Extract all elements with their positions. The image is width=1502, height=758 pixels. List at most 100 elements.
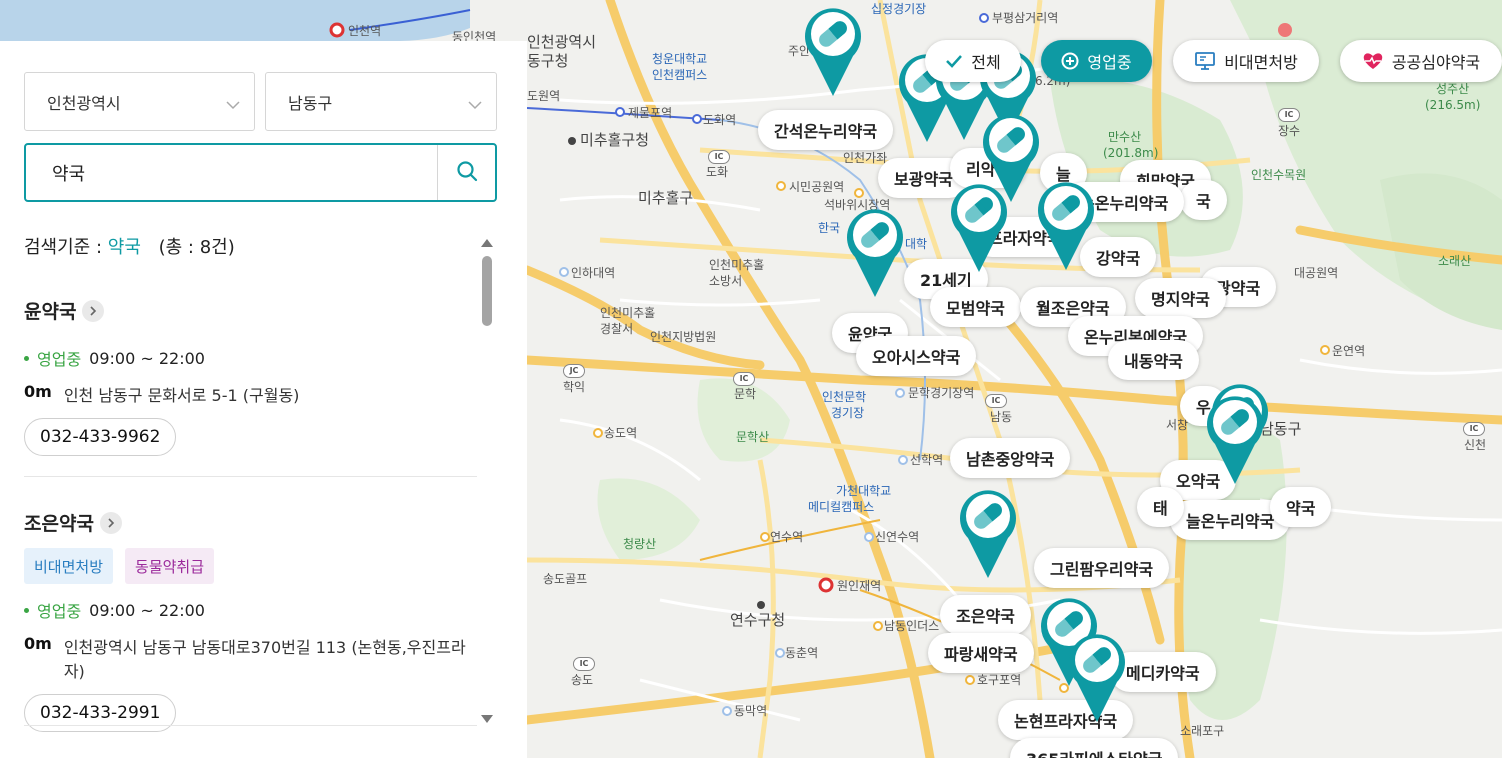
- place-label: 소래포구: [1180, 724, 1225, 738]
- place-label: 인천문학: [822, 390, 867, 404]
- place-label: 동구청: [527, 52, 569, 70]
- pharmacy-name[interactable]: 조은약국: [24, 509, 94, 536]
- place-label: 부평삼거리역: [992, 11, 1059, 25]
- opening-hours: 09:00 ~ 22:00: [89, 600, 205, 620]
- scroll-thumb[interactable]: [482, 256, 492, 326]
- list-item[interactable]: 윤약국 영업중 09:00 ~ 22:00 0m 인천 남동구 문화서로 5-1…: [24, 297, 477, 456]
- place-label: 청운대학교: [652, 52, 708, 66]
- filter-telemed-chip[interactable]: 비대면처방: [1173, 40, 1319, 82]
- filter-night-chip[interactable]: 공공심야약국: [1340, 40, 1502, 82]
- pharmacy-pin-icon[interactable]: [958, 486, 1018, 580]
- district-select[interactable]: 남동구: [265, 72, 497, 131]
- place-label: 인천캠퍼스: [652, 68, 708, 82]
- place-label: 남동: [990, 410, 1013, 424]
- list-divider: [24, 476, 477, 477]
- search-box: [24, 143, 497, 202]
- pharmacy-label[interactable]: 간석온누리약국: [758, 110, 894, 150]
- heart-pulse-icon: [1362, 51, 1384, 71]
- check-icon: [945, 54, 963, 68]
- place-label: 인천역: [348, 24, 382, 38]
- pharmacy-label[interactable]: 국: [1180, 180, 1227, 220]
- monitor-icon: [1194, 51, 1216, 71]
- place-label: 십정경기장: [871, 2, 927, 16]
- place-label: 인천가좌: [843, 151, 888, 165]
- place-label: (201.8m): [1103, 146, 1159, 160]
- place-label: 남동인더스: [884, 619, 940, 633]
- filter-all-chip[interactable]: 전체: [925, 40, 1021, 82]
- place-label: 시민공원역: [789, 180, 845, 194]
- pharmacy-label[interactable]: 조은약국: [940, 595, 1031, 635]
- pharmacy-label[interactable]: 365라피에스타약국: [1010, 738, 1179, 758]
- search-criteria: 검색기준 : 약국 (총 : 8건): [24, 233, 235, 259]
- ic-badge: IC: [708, 150, 730, 164]
- place-label: 성주산: [1436, 82, 1470, 96]
- place-label: 서창: [1166, 418, 1189, 432]
- pharmacy-label[interactable]: 약국: [1270, 487, 1332, 527]
- pharmacy-pin-icon[interactable]: [845, 205, 905, 299]
- place-label: 인천미추홀: [600, 306, 656, 320]
- chevron-right-icon[interactable]: [99, 511, 122, 534]
- open-status: 영업중 09:00 ~ 22:00: [24, 598, 477, 622]
- filter-all-label: 전체: [971, 53, 1001, 72]
- filter-open-chip[interactable]: 영업중: [1041, 40, 1152, 82]
- place-label: 신천: [1464, 438, 1487, 452]
- search-button[interactable]: [437, 145, 495, 200]
- place-label: 도화역: [703, 113, 737, 127]
- pharmacy-pin-icon[interactable]: [1036, 178, 1096, 272]
- place-label: 학익: [563, 380, 586, 394]
- place-label: 동춘역: [785, 646, 819, 660]
- place-label: 경찰서: [600, 322, 634, 336]
- result-scrollbar[interactable]: [480, 237, 494, 725]
- place-label: 대공원역: [1294, 266, 1339, 280]
- phone-button[interactable]: 032-433-2991: [24, 694, 177, 732]
- search-icon: [456, 160, 478, 186]
- status-dot: [24, 355, 29, 361]
- place-label: 원인재역: [837, 579, 882, 593]
- pharmacy-pin-icon[interactable]: [803, 4, 863, 98]
- place-label: 도화: [706, 165, 729, 179]
- place-label: 가천대학교: [836, 484, 892, 498]
- pharmacy-pin-icon[interactable]: [949, 180, 1009, 274]
- address: 0m 인천 남동구 문화서로 5-1 (구월동): [24, 382, 477, 406]
- list-divider: [24, 725, 477, 726]
- place-label: 경기장: [831, 406, 865, 420]
- result-total: (총 : 8건): [158, 237, 235, 258]
- region-select[interactable]: 인천광역시: [24, 72, 255, 131]
- chevron-down-icon: [226, 95, 240, 114]
- search-panel: 인천광역시 남동구 검색기준 : 약국 (총 : 8건) 윤약국: [0, 41, 527, 758]
- pharmacy-label[interactable]: 남촌중앙약국: [950, 438, 1071, 478]
- filter-night-label: 공공심야약국: [1391, 53, 1481, 72]
- list-item[interactable]: 조은약국 비대면처방 동물약취급 영업중 09:00 ~ 22:00 0m 인천…: [24, 509, 477, 732]
- phone-button[interactable]: 032-433-9962: [24, 418, 177, 456]
- scroll-down-icon[interactable]: [480, 713, 494, 725]
- place-label: 동막역: [734, 704, 768, 718]
- pharmacy-label[interactable]: 내동약국: [1108, 340, 1199, 380]
- pharmacy-label[interactable]: 명지약국: [1135, 278, 1226, 318]
- vet-medicine-badge: 동물약취급: [125, 548, 215, 584]
- pharmacy-pin-icon[interactable]: [1205, 392, 1265, 486]
- place-label: 선학역: [910, 453, 944, 467]
- telemed-badge: 비대면처방: [24, 548, 114, 584]
- status-text: 영업중: [37, 350, 82, 369]
- opening-hours: 09:00 ~ 22:00: [89, 348, 205, 368]
- place-label: 호구포역: [977, 673, 1022, 687]
- pharmacy-name[interactable]: 윤약국: [24, 297, 76, 324]
- distance: 0m: [24, 382, 52, 401]
- chevron-right-icon[interactable]: [82, 299, 105, 322]
- search-input[interactable]: [26, 145, 438, 200]
- pharmacy-pin-icon[interactable]: [1067, 630, 1127, 724]
- place-label: 미추홀구: [638, 189, 694, 207]
- place-label: 메디컬캠퍼스: [808, 500, 875, 514]
- pharmacy-label[interactable]: 그린팜우리약국: [1034, 548, 1170, 588]
- pharmacy-label[interactable]: 파랑새약국: [928, 633, 1034, 673]
- criteria-keyword: 약국: [107, 237, 141, 258]
- place-label: 미추홀구청: [580, 131, 650, 149]
- place-label: 청량산: [623, 537, 657, 551]
- tag-list: 비대면처방 동물약취급: [24, 548, 477, 584]
- pharmacy-label[interactable]: 모범약국: [930, 287, 1021, 327]
- pharmacy-label[interactable]: 태: [1137, 487, 1184, 527]
- scroll-up-icon[interactable]: [480, 237, 494, 249]
- ic-badge: JC: [563, 364, 585, 378]
- pharmacy-label[interactable]: 오아시스약국: [856, 336, 977, 376]
- place-label: 인하대역: [571, 266, 616, 280]
